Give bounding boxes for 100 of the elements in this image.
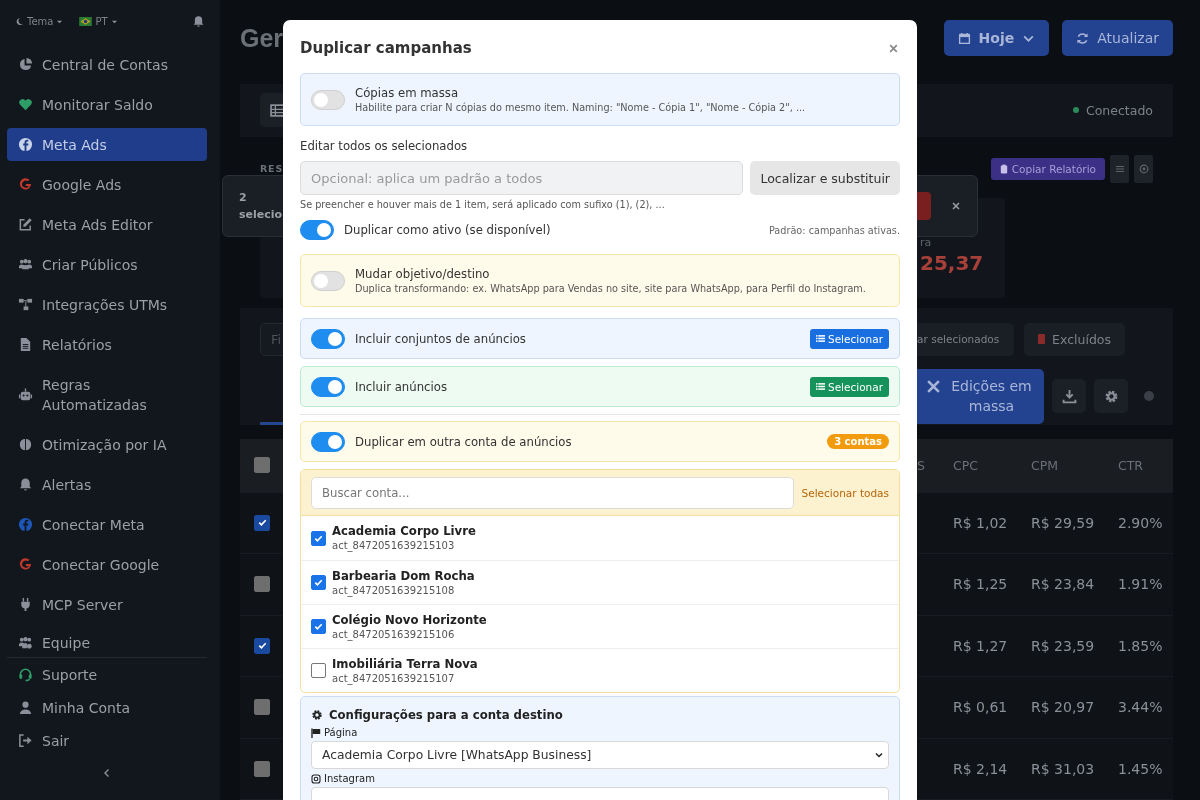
table-cell-text: 1.85% — [1118, 637, 1164, 654]
select-button[interactable]: Selecionar — [809, 376, 889, 397]
table-cell-text: R$ 29,59 — [1031, 514, 1096, 531]
sidebar-item[interactable]: Sair — [7, 724, 207, 757]
sidebar-item-label: Conectar Meta — [42, 515, 145, 535]
account-name: Academia Corpo Livre — [332, 524, 476, 539]
clear-selected-button[interactable]: ar selecionados — [914, 322, 1015, 356]
metric-value: 25,37 — [920, 249, 985, 276]
option-note: Padrão: campanhas ativas. — [768, 224, 900, 236]
table-cell-text: R$ 1,25 — [953, 576, 1009, 593]
sidebar-item-label: MCP Server — [42, 595, 123, 615]
sidebar-item-label: Minha Conta — [42, 698, 131, 718]
account-name: Imobiliária Terra Nova — [332, 656, 478, 672]
sidebar-item-label: Suporte — [42, 665, 98, 685]
option-label: Incluir anúncios — [355, 379, 448, 394]
language-dropdown[interactable]: PT — [79, 15, 118, 27]
account-name: Barbearia Dom Rocha — [332, 568, 475, 584]
sidebar-item-label: Meta Ads Editor — [42, 215, 153, 235]
option-label: Incluir conjuntos de anúncios — [355, 331, 527, 346]
sidebar-item-label: Meta Ads — [42, 135, 107, 155]
find-replace-button[interactable]: Localizar e substituir — [750, 161, 900, 195]
page-title: Ger — [240, 23, 284, 53]
sidebar-item[interactable]: Integrações UTMs — [7, 288, 207, 321]
table-cell-text: 3.44% — [1118, 699, 1164, 716]
sidebar-item-label: Relatórios — [42, 335, 112, 355]
column-header: CTR — [1118, 457, 1145, 473]
table-cell-text: R$ 1,27 — [953, 637, 1009, 654]
sidebar-item[interactable]: Relatórios — [7, 328, 207, 361]
date-button[interactable]: Hoje — [943, 20, 1050, 56]
sidebar-item[interactable]: Meta Ads Editor — [7, 208, 207, 241]
sidebar-item[interactable]: Minha Conta — [7, 691, 207, 724]
sidebar-item[interactable]: Suporte — [7, 658, 207, 691]
option-label: Duplicar em outra conta de anúncios — [355, 434, 573, 449]
sidebar-item[interactable]: Otimização por IA — [7, 428, 207, 461]
column-header: CPC — [953, 457, 979, 473]
pattern-input[interactable]: Opcional: aplica um padrão a todos — [300, 161, 744, 195]
metric-caption: ra — [920, 235, 933, 250]
sidebar-item-label: Otimização por IA — [42, 435, 167, 455]
table-cell-text: R$ 1,02 — [953, 514, 1009, 531]
select-button[interactable]: Selecionar — [809, 328, 889, 349]
table-cell-text: 1.91% — [1118, 576, 1164, 593]
select-all-link[interactable]: Selecionar todas — [801, 486, 889, 499]
field-label: Instagram — [324, 773, 375, 784]
table-cell-text: R$ 23,59 — [1031, 637, 1096, 654]
dialog-title: Duplicar campanhas — [300, 39, 472, 57]
table-cell-text: R$ 31,03 — [1031, 760, 1096, 777]
sidebar-item-label: Equipe — [42, 633, 90, 653]
sidebar-item[interactable]: Meta Ads — [7, 128, 207, 161]
account-id: act_8472051639215106 — [332, 627, 456, 641]
table-cell-text: R$ 0,61 — [953, 699, 1009, 716]
count-badge: 3 contas — [827, 434, 889, 449]
sidebar-item[interactable]: MCP Server — [7, 588, 207, 621]
option-label: Mudar objetivo/destino — [355, 267, 491, 281]
option-label: Cópias em massa — [355, 86, 460, 100]
column-header: S — [917, 457, 926, 473]
sidebar-item-label: Criar Públicos — [42, 255, 138, 275]
sidebar-item-label: Conectar Google — [42, 555, 160, 575]
option-label: Duplicar como ativo (se disponível) — [344, 223, 552, 237]
table-cell-text: R$ 20,97 — [1031, 699, 1096, 716]
sidebar-item-label: Sair — [42, 731, 70, 751]
sidebar-item[interactable]: Criar Públicos — [7, 248, 207, 281]
copy-report-button[interactable]: Copiar Relatório — [990, 157, 1105, 180]
sidebar-item[interactable]: Equipe — [7, 628, 207, 658]
bulk-edit-button[interactable]: Edições em massa — [916, 368, 1044, 424]
section-label: RES — [260, 163, 284, 174]
account-name: Colégio Novo Horizonte — [332, 612, 487, 628]
account-id: act_8472051639215107 — [332, 671, 456, 685]
page-select[interactable]: Academia Corpo Livre [WhatsApp Business] — [311, 741, 889, 769]
table-cell-text: R$ 23,84 — [1031, 576, 1096, 593]
sidebar-item-label: Alertas — [42, 475, 92, 495]
sidebar-item[interactable]: Alertas — [7, 468, 207, 501]
sidebar-item[interactable]: Regras Automatizadas — [7, 368, 207, 421]
field-label: Página — [324, 727, 358, 738]
theme-dropdown[interactable]: Tema — [15, 15, 64, 27]
sidebar-item[interactable]: Conectar Google — [7, 548, 207, 581]
table-cell-text: 1.45% — [1118, 760, 1164, 777]
refresh-button[interactable]: Atualizar — [1062, 20, 1173, 56]
sidebar-item-label: Integrações UTMs — [42, 295, 168, 315]
sidebar-item[interactable]: Monitorar Saldo — [7, 88, 207, 121]
sidebar-item-label: Google Ads — [42, 175, 122, 195]
config-title: Configurações para a conta destino — [329, 708, 563, 722]
account-id: act_8472051639215103 — [332, 539, 456, 552]
table-cell-text: R$ 2,14 — [953, 760, 1009, 777]
connection-status: Conectado — [1073, 102, 1153, 118]
sidebar-item[interactable]: Google Ads — [7, 168, 207, 201]
sidebar-item-label: Monitorar Saldo — [42, 95, 153, 115]
sidebar-item[interactable]: Conectar Meta — [7, 508, 207, 541]
account-search-field[interactable]: Buscar conta... — [311, 476, 794, 509]
deleted-button[interactable]: Excluídos — [1024, 322, 1125, 356]
account-id: act_8472051639215108 — [332, 583, 456, 597]
option-description: Habilite para criar N cópias do mesmo item. Naming: "Nome - Cópia 1", "Nome - Cópia 2", ... — [355, 102, 806, 113]
field-label: Editar todos os selecionados — [300, 138, 469, 154]
toast-text: 2 selecio — [239, 189, 281, 223]
sidebar-item-label: Regras Automatizadas — [42, 375, 148, 415]
column-header: CPM — [1031, 457, 1060, 473]
table-cell-text: 2.90% — [1118, 514, 1164, 531]
field-hint: Se preencher e houver mais de 1 item, será aplicado com sufixo (1), (2), ... — [300, 199, 666, 211]
option-description: Duplica transformando: ex. WhatsApp para Vendas no site, site para WhatsApp, para Perfil do Instagram. — [355, 283, 866, 294]
sidebar-item-label: Central de Contas — [42, 55, 168, 75]
sidebar-item[interactable]: Central de Contas — [7, 48, 207, 81]
